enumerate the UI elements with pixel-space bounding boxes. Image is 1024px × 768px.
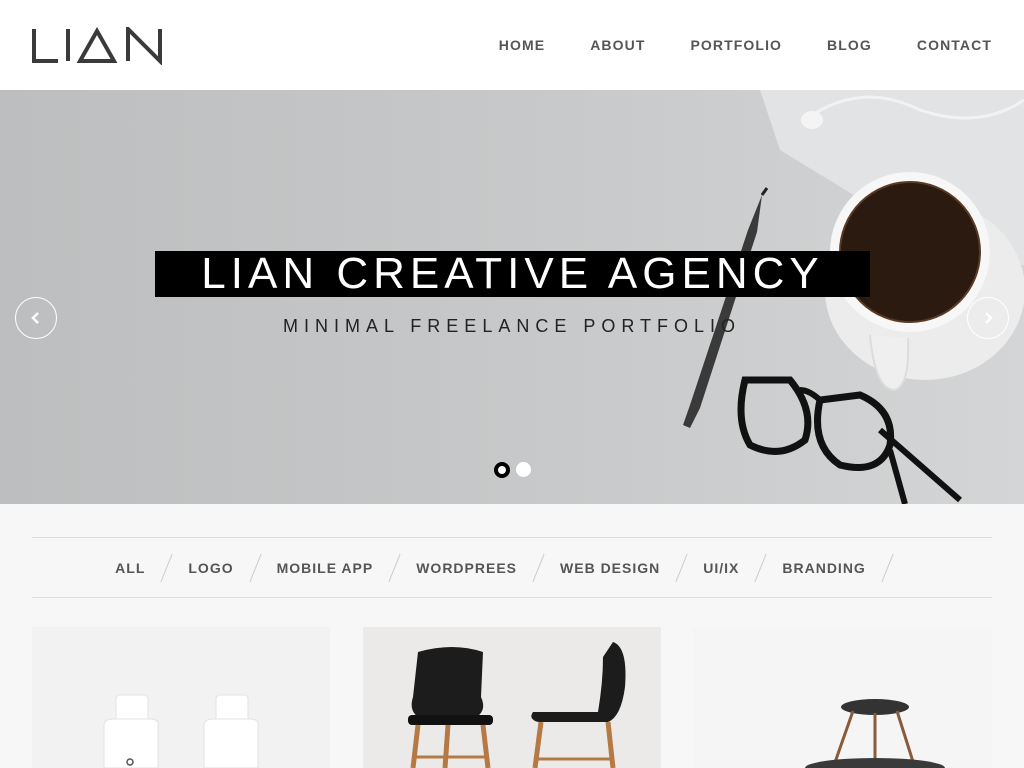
- filter-divider: [160, 553, 173, 582]
- hero-title-box: LIAN CREATIVE AGENCY: [155, 249, 870, 298]
- filter-item-logo: LOGO: [188, 553, 276, 583]
- portfolio-item-table[interactable]: [693, 627, 992, 768]
- filter-item-mobile-app: MOBILE APP: [277, 553, 417, 583]
- filter-branding[interactable]: BRANDING: [782, 560, 865, 576]
- filter-item-ui-ix: UI/IX: [703, 553, 782, 583]
- site-header: HOME ABOUT PORTFOLIO BLOG CONTACT: [0, 0, 1024, 90]
- filter-item-web-design: WEB DESIGN: [560, 553, 703, 583]
- filter-divider: [249, 553, 262, 582]
- nav-item-about[interactable]: ABOUT: [590, 37, 645, 53]
- logo-wordmark: [32, 24, 162, 66]
- filter-item-branding: BRANDING: [782, 553, 908, 583]
- slider-dot-1[interactable]: [494, 462, 510, 478]
- filter-all[interactable]: ALL: [115, 560, 145, 576]
- filter-divider: [881, 553, 894, 582]
- filter-web-design[interactable]: WEB DESIGN: [560, 560, 660, 576]
- chevron-left-icon: [31, 312, 39, 324]
- filter-divider: [532, 553, 545, 582]
- hero-title: LIAN CREATIVE AGENCY: [201, 249, 824, 298]
- filter-ui-ix[interactable]: UI/IX: [703, 560, 739, 576]
- slider-pagination: [494, 462, 537, 478]
- nav-item-contact[interactable]: CONTACT: [917, 37, 992, 53]
- chevron-right-icon: [985, 312, 993, 324]
- portfolio-item-chairs[interactable]: [363, 627, 661, 768]
- main-nav: HOME ABOUT PORTFOLIO BLOG CONTACT: [454, 0, 992, 90]
- portfolio-filter: ALL LOGO MOBILE APP WORDPREES WEB DESIGN…: [32, 537, 992, 598]
- slider-prev-button[interactable]: [15, 297, 57, 339]
- nav-item-portfolio[interactable]: PORTFOLIO: [690, 37, 782, 53]
- slider-dot-2[interactable]: [516, 462, 531, 477]
- filter-divider: [388, 553, 401, 582]
- hero-subtitle: MINIMAL FREELANCE PORTFOLIO: [282, 316, 742, 336]
- filter-divider: [754, 553, 767, 582]
- filter-logo[interactable]: LOGO: [188, 560, 233, 576]
- filter-divider: [675, 553, 688, 582]
- portfolio-image: [693, 627, 992, 768]
- portfolio-image: [32, 627, 330, 768]
- nav-item-home[interactable]: HOME: [499, 37, 545, 53]
- filter-wordpress[interactable]: WORDPREES: [416, 560, 517, 576]
- portfolio-item-bottles[interactable]: [32, 627, 330, 768]
- filter-item-all: ALL: [115, 553, 188, 583]
- slider-next-button[interactable]: [967, 297, 1009, 339]
- nav-item-blog[interactable]: BLOG: [827, 37, 872, 53]
- site-logo[interactable]: [32, 24, 164, 66]
- portfolio-image: [363, 627, 661, 768]
- hero-slider: LIAN CREATIVE AGENCY MINIMAL FREELANCE P…: [0, 90, 1024, 504]
- filter-item-wordpress: WORDPREES: [416, 553, 560, 583]
- filter-mobile-app[interactable]: MOBILE APP: [277, 560, 374, 576]
